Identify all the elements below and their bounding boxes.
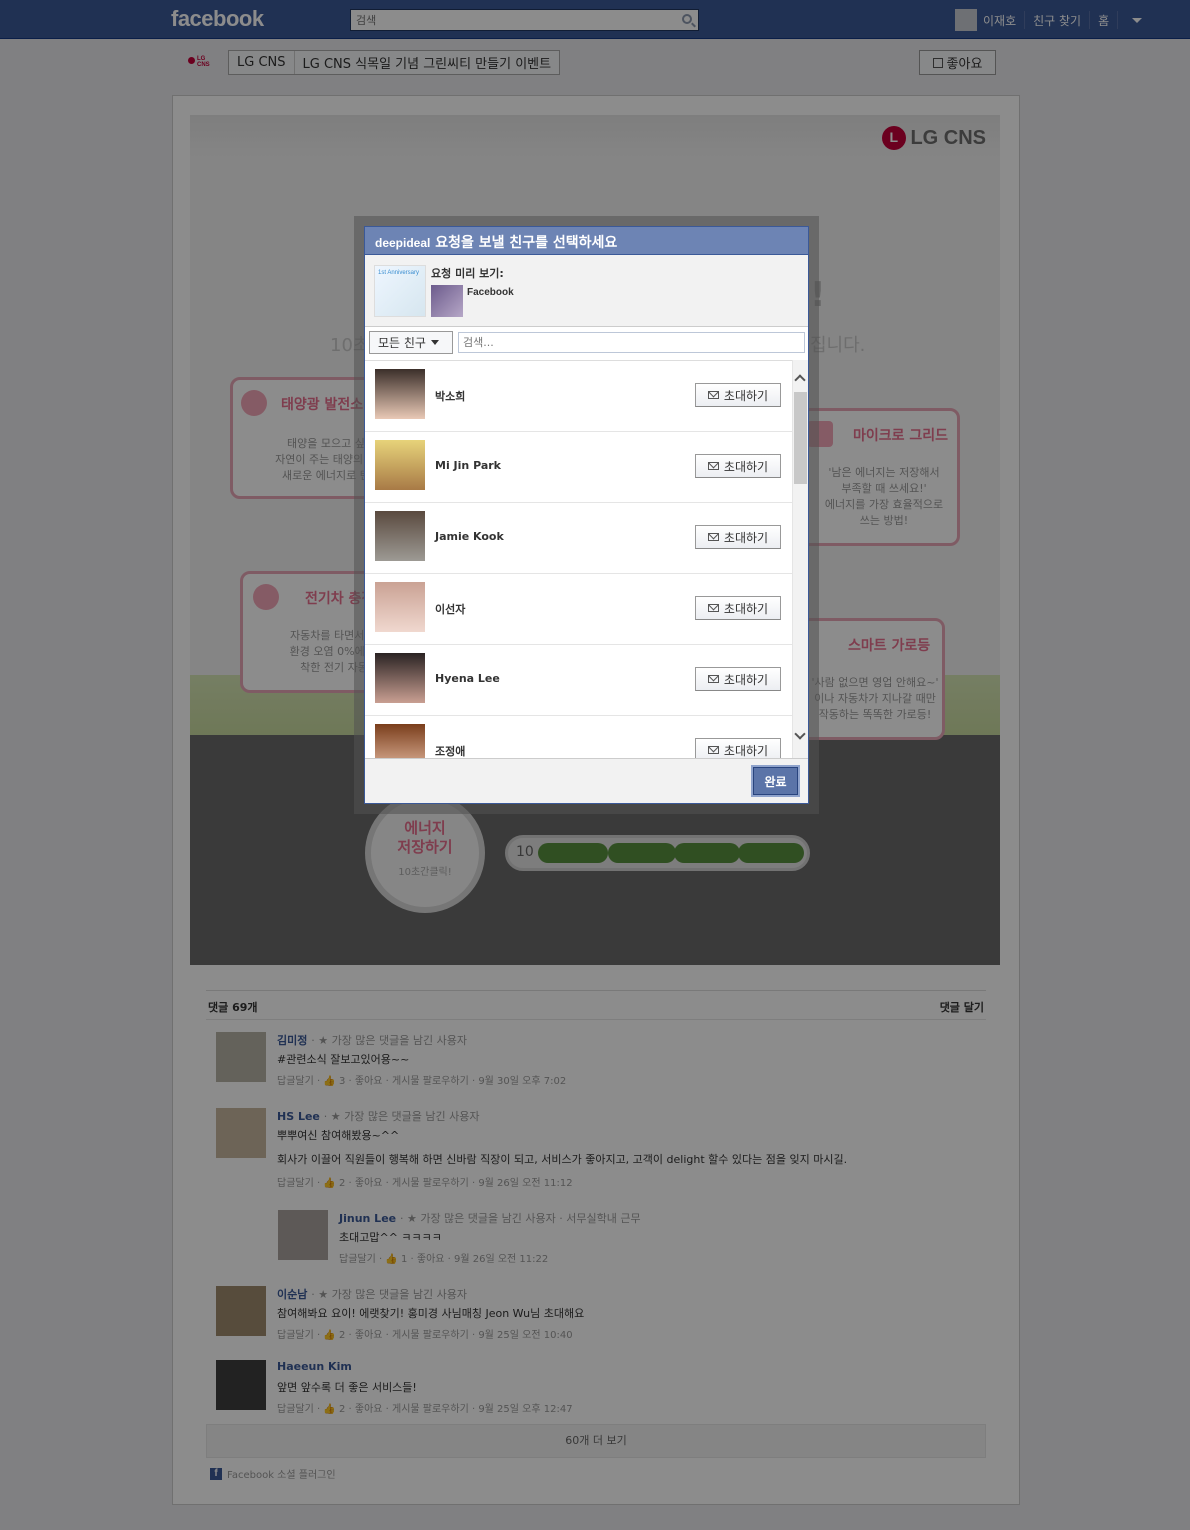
dialog-footer: 완료 xyxy=(365,758,808,803)
preview-img-caption: 1st Anniversary xyxy=(378,270,420,276)
invite-label: 초대하기 xyxy=(723,459,769,474)
friend-list[interactable]: 박소희 초대하기 Mi Jin Park 초대하기 Jamie Kook 초대하… xyxy=(365,360,792,758)
invite-button[interactable]: 초대하기 xyxy=(695,738,781,758)
preview-sender-avatar xyxy=(431,285,463,317)
friend-name: Hyena Lee xyxy=(435,672,500,685)
filter-label: 모든 친구 xyxy=(378,336,426,350)
dialog-title-text: 요청을 보낼 친구를 선택하세요 xyxy=(430,235,618,251)
envelope-icon xyxy=(707,533,719,541)
friend-search-input[interactable] xyxy=(458,332,805,353)
done-button[interactable]: 완료 xyxy=(753,767,798,795)
friend-filter-dropdown[interactable]: 모든 친구 xyxy=(369,331,453,354)
dialog-app-name: deepideal xyxy=(375,236,431,250)
dialog-title: deepideal 요청을 보낼 친구를 선택하세요 xyxy=(365,227,808,255)
friend-avatar xyxy=(375,369,425,419)
list-item: 이선자 초대하기 xyxy=(365,574,792,645)
friend-list-scrollbar[interactable] xyxy=(792,360,808,758)
invite-friends-dialog: deepideal 요청을 보낼 친구를 선택하세요 1st Anniversa… xyxy=(364,226,809,804)
chevron-down-icon xyxy=(430,340,439,345)
friend-avatar xyxy=(375,582,425,632)
invite-button[interactable]: 초대하기 xyxy=(695,596,781,620)
list-item: Mi Jin Park 초대하기 xyxy=(365,432,792,503)
friend-filter-row: 모든 친구 xyxy=(365,328,808,358)
preview-app-image: 1st Anniversary xyxy=(374,265,426,317)
friend-avatar xyxy=(375,511,425,561)
friend-name: 이선자 xyxy=(435,603,466,616)
friend-avatar xyxy=(375,653,425,703)
envelope-icon xyxy=(707,746,719,754)
invite-label: 초대하기 xyxy=(723,743,769,758)
invite-label: 초대하기 xyxy=(723,530,769,545)
friend-name: 박소희 xyxy=(435,390,466,403)
invite-label: 초대하기 xyxy=(723,388,769,403)
request-preview: 1st Anniversary 요청 미리 보기: Facebook xyxy=(365,255,808,327)
envelope-icon xyxy=(707,462,719,470)
list-item: 조정애 초대하기 xyxy=(365,716,792,758)
invite-label: 초대하기 xyxy=(723,601,769,616)
preview-sender-name: Facebook xyxy=(467,287,514,298)
invite-button[interactable]: 초대하기 xyxy=(695,454,781,478)
invite-label: 초대하기 xyxy=(723,672,769,687)
scroll-down-chevron-icon[interactable] xyxy=(794,728,806,740)
friend-name: 조정애 xyxy=(435,745,466,758)
invite-button[interactable]: 초대하기 xyxy=(695,525,781,549)
scroll-up-chevron-icon[interactable] xyxy=(794,374,806,386)
friend-avatar xyxy=(375,724,425,758)
scrollbar-thumb[interactable] xyxy=(794,392,807,484)
invite-button[interactable]: 초대하기 xyxy=(695,383,781,407)
list-item: Jamie Kook 초대하기 xyxy=(365,503,792,574)
envelope-icon xyxy=(707,675,719,683)
friend-name: Mi Jin Park xyxy=(435,459,501,472)
envelope-icon xyxy=(707,604,719,612)
list-item: 박소희 초대하기 xyxy=(365,361,792,432)
friend-avatar xyxy=(375,440,425,490)
invite-button[interactable]: 초대하기 xyxy=(695,667,781,691)
envelope-icon xyxy=(707,391,719,399)
preview-label: 요청 미리 보기: xyxy=(431,267,504,280)
friend-name: Jamie Kook xyxy=(435,530,504,543)
list-item: Hyena Lee 초대하기 xyxy=(365,645,792,716)
